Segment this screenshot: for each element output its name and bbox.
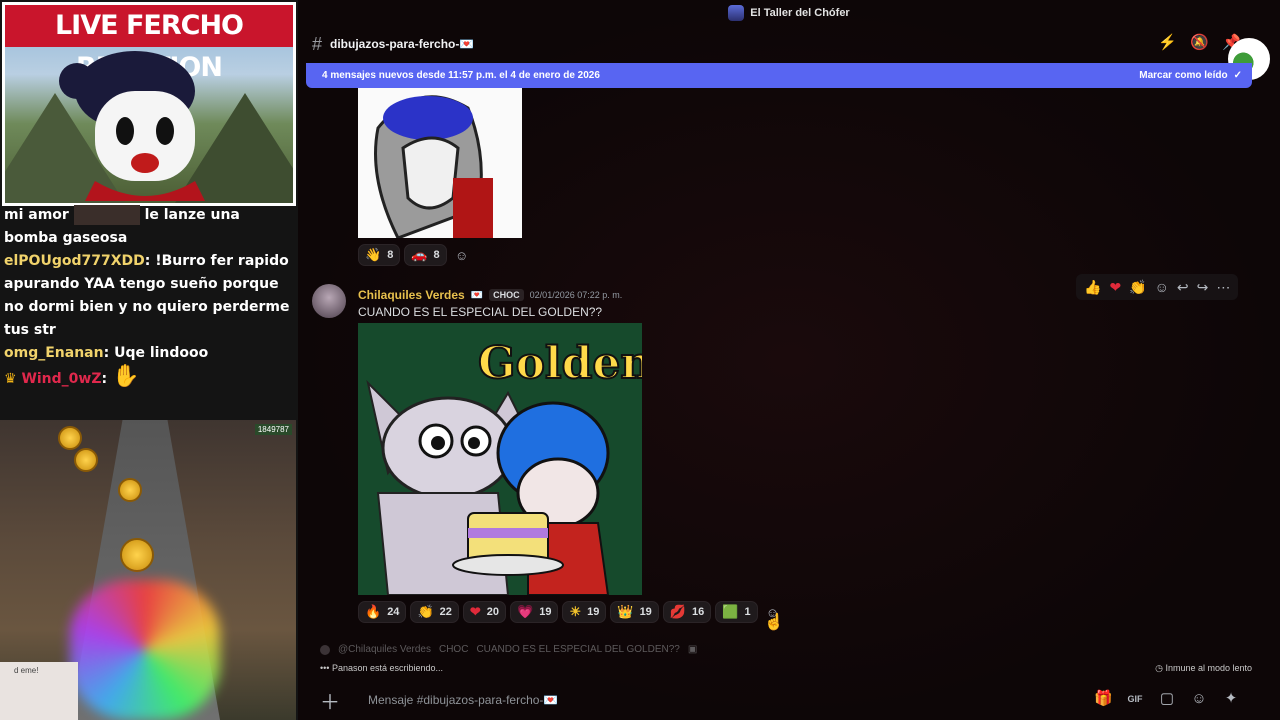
chat-username: elPOUgod777XDD bbox=[4, 253, 145, 269]
reaction-button[interactable]: 💗 19 bbox=[510, 601, 559, 623]
add-reaction-icon[interactable]: ☺ bbox=[451, 244, 473, 266]
coin-icon bbox=[118, 478, 142, 502]
gift-icon[interactable]: 🎁 bbox=[1094, 690, 1113, 708]
server-name: El Taller del Chófer bbox=[750, 7, 850, 19]
message-list: 👋 8 🚗 8 ☺ Chilaquiles Verdes 💌 CHOC 02/0… bbox=[298, 88, 1260, 655]
discord-app: El Taller del Chófer # dibujazos-para-fe… bbox=[298, 0, 1280, 720]
message-image-attachment[interactable]: Golden bbox=[358, 323, 642, 595]
reaction-button[interactable]: 👋 8 bbox=[358, 244, 401, 266]
message-text: CUANDO ES EL ESPECIAL DEL GOLDEN?? bbox=[358, 305, 603, 319]
reaction-button[interactable]: 🟩 1 bbox=[715, 601, 758, 623]
rainbow-effect bbox=[70, 580, 220, 720]
author-badge-icon: 💌 bbox=[470, 289, 484, 301]
new-messages-text: 4 mensajes nuevos desde 11:57 p.m. el 4 … bbox=[322, 70, 600, 81]
screen: LIVE FERCHO REACTION mi amor le lanze un… bbox=[0, 0, 1280, 720]
message-author[interactable]: Chilaquiles Verdes bbox=[358, 288, 465, 302]
artwork-title: Golden bbox=[478, 338, 642, 389]
drawing-image bbox=[358, 88, 522, 238]
chat-line: mi amor le lanze una bbox=[4, 205, 240, 225]
next-message-reply-preview[interactable]: @Chilaquiles Verdes CHOC CUANDO ES EL ES… bbox=[320, 644, 697, 655]
chat-line: ♛ Wind_0wZ: ✋ bbox=[4, 364, 140, 389]
stream-title: LIVE FERCHO REACTION bbox=[5, 5, 293, 83]
threads-icon[interactable]: ⚡ bbox=[1158, 34, 1177, 52]
sticker-icon[interactable]: ▢ bbox=[1158, 690, 1176, 708]
plus-icon[interactable]: ＋ bbox=[320, 686, 344, 715]
mouse-cursor-icon: ☝ bbox=[764, 614, 784, 631]
heart-reaction-icon[interactable]: ❤ bbox=[1109, 279, 1121, 296]
reaction-button[interactable]: 🚗 8 bbox=[404, 244, 447, 266]
composer-toolbar: 🎁 GIF ▢ ☺ ✦ bbox=[1094, 690, 1240, 708]
vtuber-avatar bbox=[59, 51, 205, 201]
reaction-button[interactable]: 👏 22 bbox=[410, 601, 459, 623]
typing-dots-icon: ••• bbox=[320, 663, 330, 673]
notifications-muted-icon[interactable]: 🔕 bbox=[1190, 34, 1209, 52]
thumbs-up-reaction-icon[interactable]: 👍 bbox=[1084, 279, 1101, 296]
reaction-bar: 👋 8 🚗 8 ☺ bbox=[358, 244, 473, 266]
chat-username: Wind_0wZ bbox=[21, 371, 102, 387]
chat-username: omg_Enanan bbox=[4, 345, 104, 361]
game-score: 1849787 bbox=[254, 424, 292, 435]
coin-icon bbox=[120, 538, 154, 572]
reaction-button[interactable]: 👑 19 bbox=[610, 601, 659, 623]
message-composer: ＋ 🎁 GIF ▢ ☺ ✦ bbox=[308, 684, 1270, 716]
golden-artwork-image: Golden bbox=[358, 323, 642, 595]
channel-header: # dibujazos-para-fercho-💌 ⚡ 🔕 📌 bbox=[298, 28, 1280, 80]
message-image-attachment[interactable] bbox=[358, 88, 522, 238]
chat-line: elPOUgod777XDD: !Burro fer rapido apuran… bbox=[4, 253, 290, 338]
chat-line: omg_Enanan: Uqe lindooo bbox=[4, 345, 209, 361]
forward-icon[interactable]: ↪ bbox=[1197, 279, 1209, 296]
gif-icon[interactable]: GIF bbox=[1126, 690, 1144, 708]
new-messages-bar[interactable]: 4 mensajes nuevos desde 11:57 p.m. el 4 … bbox=[306, 63, 1252, 88]
slowmode-indicator: ◷ Inmune al modo lento bbox=[1155, 663, 1252, 673]
window-titlebar: El Taller del Chófer bbox=[298, 0, 1280, 26]
emoji-icon[interactable]: ☺ bbox=[1190, 690, 1208, 708]
header-toolbar: ⚡ 🔕 📌 bbox=[1158, 34, 1241, 52]
crown-icon: ♛ bbox=[4, 371, 17, 387]
mark-read-icon: ✓ bbox=[1233, 70, 1242, 81]
mark-as-read-button[interactable]: Marcar como leído ✓ bbox=[1139, 70, 1242, 81]
stream-overlay: LIVE FERCHO REACTION mi amor le lanze un… bbox=[0, 0, 298, 720]
message-input[interactable] bbox=[368, 693, 928, 707]
chat-emote bbox=[73, 205, 140, 225]
reaction-button[interactable]: 💋 16 bbox=[662, 601, 712, 623]
coin-icon bbox=[58, 426, 82, 450]
message-actions-toolbar: 👍 ❤ 👏 ☺ ↩ ↪ ⋯ bbox=[1076, 274, 1239, 300]
chat-line: bomba gaseosa bbox=[4, 230, 128, 246]
guild-tag[interactable]: CHOC bbox=[489, 289, 524, 301]
webcam-avatar-panel: LIVE FERCHO REACTION bbox=[2, 2, 296, 206]
apps-icon[interactable]: ✦ bbox=[1222, 690, 1240, 708]
reaction-button[interactable]: 🔥 24 bbox=[358, 601, 407, 623]
clap-reaction-icon[interactable]: 👏 bbox=[1129, 279, 1146, 296]
message-timestamp: 02/01/2026 07:22 p. m. bbox=[529, 290, 623, 300]
add-reaction-icon[interactable]: ☺ bbox=[1155, 279, 1169, 295]
reply-avatar bbox=[320, 644, 330, 655]
facecam: d eme! bbox=[0, 662, 78, 720]
reaction-button[interactable]: ❤ 20 bbox=[462, 601, 507, 623]
server-icon bbox=[728, 5, 745, 21]
message-header: Chilaquiles Verdes 💌 CHOC 02/01/2026 07:… bbox=[358, 288, 622, 302]
reaction-bar: 🔥 24 👏 22 ❤ 20 💗 19 ☀ 19 👑 19 💋 16 🟩 1 ☺ bbox=[358, 601, 784, 623]
channel-hash-icon: # bbox=[312, 33, 323, 54]
image-attachment-icon: ▣ bbox=[687, 644, 698, 655]
avatar[interactable] bbox=[312, 284, 346, 318]
reaction-button[interactable]: ☀ 19 bbox=[562, 601, 607, 623]
coin-icon bbox=[74, 448, 98, 472]
clock-icon: ◷ bbox=[1155, 663, 1163, 673]
stream-chat: mi amor le lanze una bomba gaseosa elPOU… bbox=[0, 204, 298, 418]
typing-indicator: ••• Panason está escribiendo... bbox=[320, 663, 444, 673]
channel-name: dibujazos-para-fercho-💌 bbox=[330, 37, 475, 51]
wave-hands-emote-icon: ✋ bbox=[111, 364, 140, 389]
more-options-icon[interactable]: ⋯ bbox=[1216, 279, 1230, 296]
reply-icon[interactable]: ↩ bbox=[1177, 279, 1189, 296]
